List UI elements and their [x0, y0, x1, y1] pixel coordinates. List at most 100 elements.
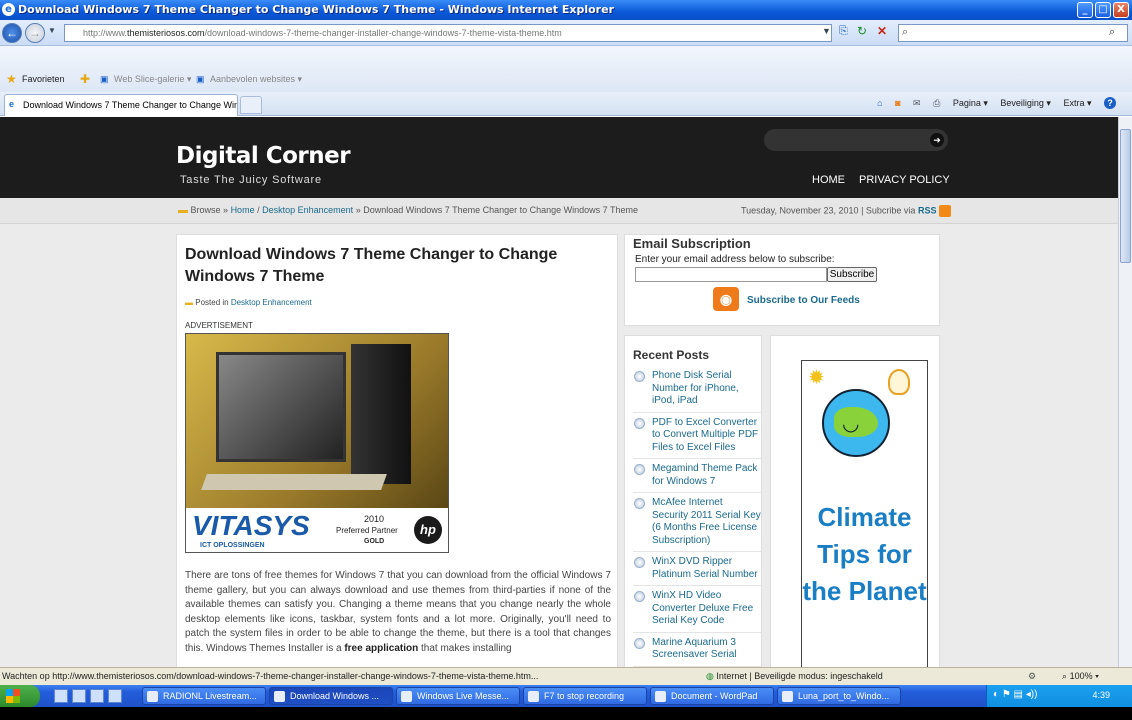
recent-post-link[interactable]: Phone Disk Serial Number for iPhone, iPo… — [652, 370, 739, 406]
address-input[interactable]: http://www.themisteriosos.com/download-w… — [64, 24, 832, 42]
taskbar-item-label: Document - WordPad — [671, 691, 758, 701]
back-button[interactable]: ← — [2, 23, 22, 43]
stop-icon[interactable]: ✕ — [877, 24, 887, 38]
advertisement-banner[interactable]: VITASYS ICT OPLOSSINGEN 2010 Preferred P… — [185, 333, 449, 553]
refresh-icon[interactable]: ↻ — [857, 24, 867, 38]
recent-post-item[interactable]: WinX DVD Ripper Platinum Serial Number — [633, 556, 761, 586]
search-icon[interactable]: ⌕ — [1109, 26, 1115, 39]
window-titlebar[interactable]: e Download Windows 7 Theme Changer to Ch… — [0, 0, 1132, 20]
close-button[interactable]: X — [1113, 2, 1129, 18]
rss-icon[interactable] — [938, 205, 951, 217]
scrollbar-thumb[interactable] — [1120, 129, 1131, 263]
nav-home-link[interactable]: HOME — [812, 174, 845, 186]
bullet-icon — [634, 464, 645, 475]
email-field[interactable] — [635, 267, 827, 282]
category-link[interactable]: Desktop Enhancement — [231, 298, 312, 307]
quicklaunch-ie-icon[interactable] — [90, 689, 104, 703]
bullet-icon — [634, 557, 645, 568]
recent-post-item[interactable]: WinX HD Video Converter Deluxe Free Seri… — [633, 590, 761, 633]
tab-active[interactable]: e Download Windows 7 Theme Changer to Ch… — [4, 94, 238, 116]
web-slice-gallery[interactable]: Web Slice-galerie ▾ — [114, 74, 191, 85]
subscribe-button[interactable]: Subscribe — [827, 267, 877, 282]
tray-icons[interactable]: ◐ ⚑ ▤ ◂)) — [993, 689, 1037, 700]
climate-ad-banner[interactable]: ✹ ◡ Climate Tips for the Planet — [801, 360, 928, 667]
recent-post-item[interactable]: Phone Disk Serial Number for iPhone, iPo… — [633, 370, 761, 413]
rss-link[interactable]: RSS — [918, 205, 937, 215]
page-menu[interactable]: Pagina ▾ — [953, 98, 988, 108]
taskbar-item-label: Download Windows ... — [290, 691, 380, 701]
ad-tower-image — [351, 344, 411, 484]
new-tab-button[interactable] — [240, 96, 262, 114]
date-subscribe: Tuesday, November 23, 2010 | Subcribe vi… — [741, 205, 951, 217]
recent-posts-box: Recent Posts Phone Disk Serial Number fo… — [624, 335, 762, 667]
site-tagline: Taste The Juicy Software — [180, 174, 322, 186]
recent-post-link[interactable]: McAfee Internet Security 2011 Serial Key… — [652, 497, 761, 546]
mail-icon[interactable]: ✉ — [913, 98, 921, 108]
lightbulb-icon — [888, 369, 910, 395]
recent-post-link[interactable]: Megamind Theme Pack for Windows 7 — [652, 463, 757, 487]
recent-post-link[interactable]: PDF to Excel Converter to Convert Multip… — [652, 417, 758, 453]
bullet-icon — [634, 637, 645, 649]
rss-feed-icon[interactable]: ◉ — [713, 287, 739, 311]
recent-post-item[interactable]: Marine Aquarium 3 Screensaver Serial — [633, 637, 761, 667]
recent-post-link[interactable]: WinX DVD Ripper Platinum Serial Number — [652, 556, 758, 580]
recent-post-item[interactable]: Megamind Theme Pack for Windows 7 — [633, 463, 761, 493]
zoom-level[interactable]: ⌕ 100% ▾ — [1062, 671, 1099, 682]
taskbar-item[interactable]: F7 to stop recording — [523, 687, 647, 705]
ad-logo-strip: VITASYS ICT OPLOSSINGEN 2010 Preferred P… — [186, 508, 448, 552]
add-favorite-icon[interactable]: ✚ — [80, 72, 90, 86]
breadcrumb-home-link[interactable]: Home — [231, 205, 255, 215]
suggested-sites[interactable]: Aanbevolen websites ▾ — [210, 74, 302, 85]
taskbar-item[interactable]: Luna_port_to_Windo... — [777, 687, 901, 705]
web-slice-icon: ▣ — [100, 74, 109, 84]
favorites-button[interactable]: Favorieten — [22, 74, 65, 84]
search-input[interactable]: ⌕ ⌕ — [898, 24, 1128, 42]
email-subscription-box: Email Subscription Enter your email addr… — [624, 234, 940, 326]
article-title[interactable]: Download Windows 7 Theme Changer to Chan… — [185, 244, 605, 288]
url-prefix: http://www. — [83, 28, 128, 38]
show-desktop-icon[interactable] — [54, 689, 68, 703]
quicklaunch-switch-icon[interactable] — [72, 689, 86, 703]
extra-menu[interactable]: Extra ▾ — [1063, 98, 1091, 108]
zoom-label: 100% — [1069, 671, 1093, 681]
start-button[interactable] — [0, 685, 40, 707]
subscribe-feeds-link[interactable]: Subscribe to Our Feeds — [747, 295, 860, 306]
bullet-icon — [634, 591, 645, 602]
quicklaunch-media-icon[interactable] — [108, 689, 122, 703]
breadcrumb: ▬ Browse » Home / Desktop Enhancement » … — [178, 205, 638, 216]
maximize-button[interactable]: □ — [1095, 2, 1111, 18]
recent-post-link[interactable]: WinX HD Video Converter Deluxe Free Seri… — [652, 590, 753, 626]
taskbar-item[interactable]: Document - WordPad — [650, 687, 774, 705]
site-logo[interactable]: Digital Corner — [176, 143, 351, 169]
feeds-icon[interactable]: ◙ — [895, 98, 900, 108]
recent-post-item[interactable]: McAfee Internet Security 2011 Serial Key… — [633, 497, 761, 552]
home-icon[interactable]: ⌂ — [877, 98, 882, 108]
recent-post-link[interactable]: Marine Aquarium 3 Screensaver Serial — [652, 637, 736, 661]
advertisement-label: ADVERTISEMENT — [185, 321, 253, 330]
site-search-icon[interactable]: ➜ — [930, 133, 944, 147]
recent-pages-dropdown-icon[interactable]: ▼ — [48, 26, 56, 35]
print-icon[interactable]: ⎙ — [933, 98, 940, 108]
bullet-icon — [634, 371, 645, 382]
minimize-button[interactable]: _ — [1077, 2, 1093, 18]
taskbar: RADIONL Livestream... Download Windows .… — [0, 685, 1132, 707]
taskbar-item[interactable]: Windows Live Messe... — [396, 687, 520, 705]
recent-post-item[interactable]: PDF to Excel Converter to Convert Multip… — [633, 417, 761, 459]
help-icon[interactable]: ? — [1104, 97, 1116, 109]
taskbar-item-active[interactable]: Download Windows ... — [269, 687, 393, 705]
security-menu[interactable]: Beveiliging ▾ — [1000, 98, 1051, 108]
address-dropdown-icon[interactable]: ▼ — [822, 26, 831, 36]
forward-button[interactable]: → — [25, 23, 45, 43]
breadcrumb-category-link[interactable]: Desktop Enhancement — [262, 205, 353, 215]
site-search-input[interactable]: ➜ — [764, 129, 948, 151]
clock[interactable]: 4:39 — [1092, 690, 1110, 700]
date-line: Tuesday, November 23, 2010 | Subcribe vi… — [741, 205, 916, 216]
protected-mode-icon[interactable]: ⚙ — [1028, 671, 1036, 682]
taskbar-item[interactable]: RADIONL Livestream... — [142, 687, 266, 705]
breadcrumb-separator: / — [257, 205, 260, 215]
vertical-scrollbar[interactable] — [1118, 117, 1132, 667]
app-icon — [655, 691, 666, 702]
compat-view-icon[interactable]: ⎘ — [839, 25, 848, 38]
climate-ad-text: Climate Tips for the Planet — [802, 502, 927, 606]
nav-privacy-link[interactable]: PRIVACY POLICY — [859, 174, 950, 186]
